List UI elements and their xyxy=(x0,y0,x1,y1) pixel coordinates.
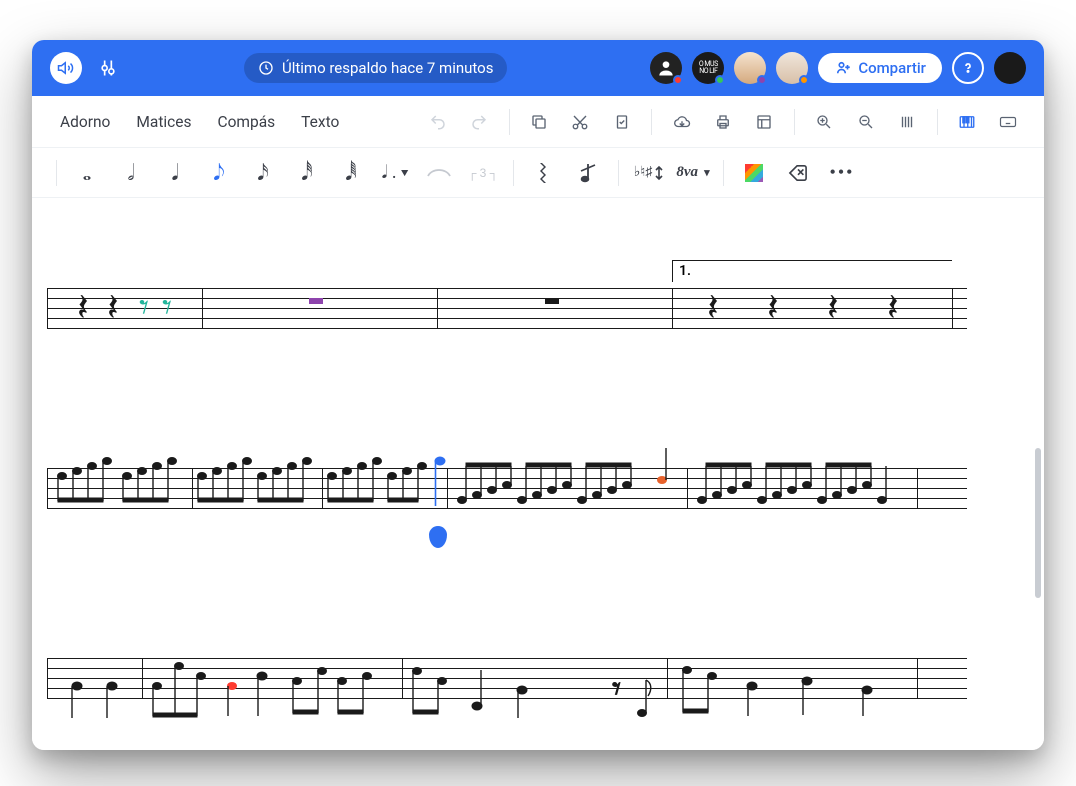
half-note[interactable]: 𝅗𝅥 xyxy=(111,154,151,192)
zoom-out-button[interactable] xyxy=(848,104,883,140)
eighth-note[interactable]: 𝅘𝅥𝅮 xyxy=(199,154,239,192)
layout-button[interactable] xyxy=(747,104,782,140)
more-button[interactable]: ••• xyxy=(822,154,862,192)
print-button[interactable] xyxy=(705,104,740,140)
color-button[interactable] xyxy=(734,154,774,192)
notes-row-2 xyxy=(47,418,967,588)
staff-row: 𝄽 𝄽 𝄾 𝄾 𝄽 𝄽 𝄽 𝄽 xyxy=(47,268,967,388)
tuplet-button[interactable]: ┌ 3 ┐ xyxy=(463,154,503,192)
svg-text:𝄽: 𝄽 xyxy=(77,287,89,329)
backup-label: Último respaldo hace 7 minutos xyxy=(282,59,493,77)
volta-bracket: 1. xyxy=(672,260,952,282)
sixteenth-note[interactable]: 𝅘𝅥𝅯 xyxy=(243,154,283,192)
staff-row xyxy=(47,418,967,588)
menu-texto[interactable]: Texto xyxy=(291,107,349,137)
svg-text:𝄽: 𝄽 xyxy=(767,287,779,329)
share-button[interactable]: Compartir xyxy=(818,53,942,83)
erase-button[interactable] xyxy=(778,154,818,192)
audio-button[interactable] xyxy=(50,52,82,84)
dotted-note[interactable]: 𝅘𝅥 . ▾ xyxy=(375,154,415,192)
thirtysecond-note[interactable]: 𝅘𝅥𝅰 xyxy=(287,154,327,192)
collaborator-avatar[interactable] xyxy=(650,52,682,84)
svg-text:𝄾: 𝄾 xyxy=(162,287,172,329)
svg-text:𝄽: 𝄽 xyxy=(887,287,899,329)
cloud-button[interactable] xyxy=(664,104,699,140)
help-button[interactable] xyxy=(952,52,984,84)
notebar: 𝅝 𝅗𝅥 𝅘𝅥 𝅘𝅥𝅮 𝅘𝅥𝅯 𝅘𝅥𝅰 𝅘𝅥𝅱 𝅘𝅥 . ▾ ┌ 3 ┐ ♭♮♯… xyxy=(32,148,1044,198)
share-label: Compartir xyxy=(858,59,926,77)
collaborator-avatar[interactable]: O MUSNO LIF xyxy=(692,52,724,84)
svg-text:𝄽: 𝄽 xyxy=(827,287,839,329)
menubar: Adorno Matices Compás Texto xyxy=(32,96,1044,148)
scrollbar[interactable] xyxy=(1035,448,1041,598)
score-area[interactable]: 𝄽 𝄽 𝄾 𝄾 𝄽 𝄽 𝄽 𝄽 xyxy=(32,198,1044,750)
arpeggio-button[interactable] xyxy=(524,154,564,192)
notes-row-3: 𝄾 xyxy=(47,618,967,750)
quarter-note[interactable]: 𝅘𝅥 xyxy=(155,154,195,192)
zoom-in-button[interactable] xyxy=(807,104,842,140)
svg-text:𝄽: 𝄽 xyxy=(707,287,719,329)
staff-row: 𝄾 xyxy=(47,618,967,750)
sixtyfourth-note[interactable]: 𝅘𝅥𝅱 xyxy=(331,154,371,192)
backup-status[interactable]: Último respaldo hace 7 minutos xyxy=(244,53,507,83)
collaborator-avatar[interactable] xyxy=(734,52,766,84)
piano-button[interactable] xyxy=(950,104,985,140)
keyboard-button[interactable] xyxy=(991,104,1026,140)
svg-text:𝄾: 𝄾 xyxy=(612,671,621,708)
bars-button[interactable] xyxy=(889,104,924,140)
slash-note-button[interactable] xyxy=(568,154,608,192)
octave-button[interactable]: 8va▾ xyxy=(673,154,713,192)
svg-text:𝄽: 𝄽 xyxy=(107,287,119,329)
tuning-button[interactable] xyxy=(92,52,124,84)
add-user-icon xyxy=(834,59,852,77)
topbar: Último respaldo hace 7 minutos O MUSNO L… xyxy=(32,40,1044,96)
collaborator-avatar[interactable] xyxy=(776,52,808,84)
accidentals-button[interactable]: ♭♮♯ xyxy=(629,154,669,192)
clock-icon xyxy=(258,60,274,76)
svg-text:𝄾: 𝄾 xyxy=(139,287,149,329)
whole-note[interactable]: 𝅝 xyxy=(67,154,107,192)
user-avatar[interactable] xyxy=(994,52,1026,84)
undo-button[interactable] xyxy=(420,104,455,140)
app-window: Último respaldo hace 7 minutos O MUSNO L… xyxy=(32,40,1044,750)
copy-button[interactable] xyxy=(522,104,557,140)
menu-adorno[interactable]: Adorno xyxy=(50,107,120,137)
tie-button[interactable] xyxy=(419,154,459,192)
redo-button[interactable] xyxy=(461,104,496,140)
menu-compas[interactable]: Compás xyxy=(208,107,286,137)
paste-button[interactable] xyxy=(604,104,639,140)
cut-button[interactable] xyxy=(563,104,598,140)
menu-matices[interactable]: Matices xyxy=(126,107,201,137)
